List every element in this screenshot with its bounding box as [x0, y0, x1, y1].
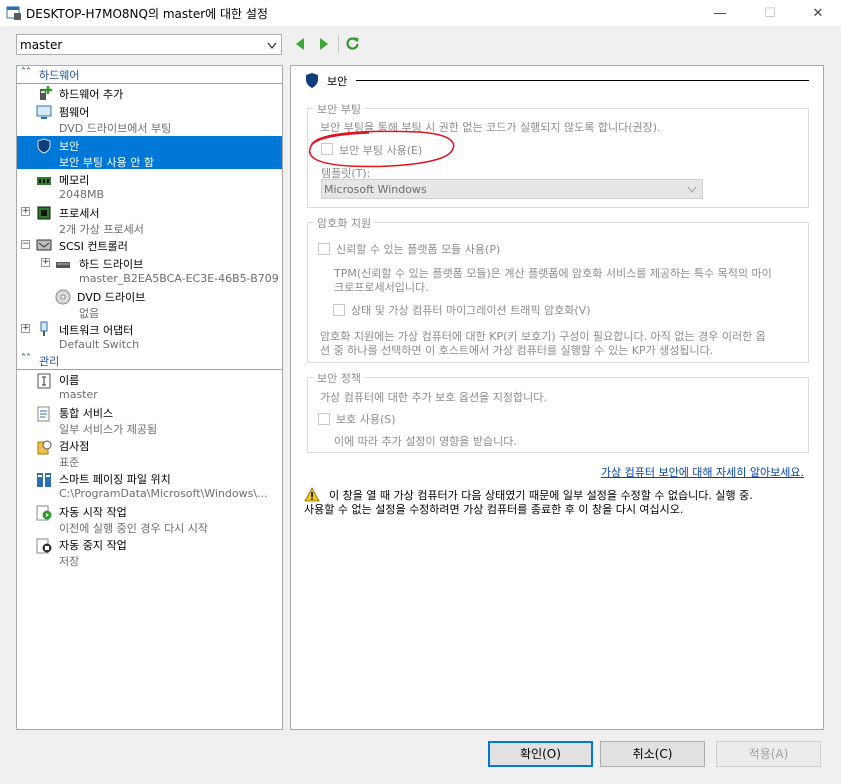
migration-encryption-checkbox[interactable] [333, 304, 345, 316]
scsi-controller-icon [36, 239, 52, 251]
name-icon [37, 373, 51, 389]
learn-more-link[interactable]: 가상 컴퓨터 보안에 대해 자세히 알아보세요. [601, 464, 804, 480]
refresh-icon[interactable] [345, 36, 360, 51]
chevron-down-icon [267, 42, 277, 50]
sidebar-item-smart-paging[interactable]: 스마트 페이징 파일 위치 C:\ProgramData\Microsoft\W… [17, 470, 282, 503]
section-hardware[interactable]: ˄˄ 하드웨어 [17, 66, 282, 84]
sidebar-item-network-adapter[interactable]: + 네트워크 어댑터 Default Switch [17, 320, 282, 353]
chevron-down-icon [687, 186, 697, 193]
integration-services-icon [37, 406, 50, 422]
page-title: 보안 [327, 75, 348, 88]
settings-tree: ˄˄ 하드웨어 하드웨어 추가 펌웨어 DVD 드라이브에서 부팅 보안 보안 … [16, 65, 283, 730]
back-arrow-icon[interactable] [294, 37, 306, 51]
tpm-checkbox[interactable] [318, 243, 330, 255]
smart-paging-icon [37, 473, 51, 487]
annotation-circle [308, 130, 455, 168]
dvd-icon [55, 289, 71, 305]
migration-encryption-label: 상태 및 가상 컴퓨터 마이그레이션 트래픽 암호화(V) [351, 304, 591, 317]
collapse-node-icon[interactable]: − [21, 240, 30, 249]
auto-start-icon [36, 505, 52, 521]
apply-button[interactable]: 적용(A) [716, 741, 821, 767]
toolbar-separator [338, 35, 339, 53]
sidebar-item-integration-services[interactable]: 통합 서비스 일부 서비스가 제공됨 [17, 404, 282, 437]
close-button[interactable]: ✕ [795, 0, 841, 26]
network-adapter-icon [40, 321, 48, 336]
tpm-checkbox-label: 신뢰할 수 있는 플랫폼 모듈 사용(P) [336, 243, 501, 256]
processor-icon [37, 206, 51, 220]
title-rule [356, 80, 809, 81]
sidebar-item-add-hardware[interactable]: 하드웨어 추가 [17, 84, 282, 101]
sidebar-item-name[interactable]: 이름 master [17, 371, 282, 404]
security-policy-group: 보안 정책 가상 컴퓨터에 대한 추가 보호 옵션을 지정합니다. 보호 사용(… [307, 370, 809, 453]
collapse-icon: ˄˄ [21, 353, 31, 364]
maximize-button[interactable]: ☐ [747, 0, 793, 26]
hard-drive-icon [56, 262, 70, 268]
sidebar-item-hard-drive[interactable]: + 하드 드라이브 master_B2EA5BCA-EC3E-46B5-B709… [17, 254, 282, 287]
add-hardware-icon [40, 86, 52, 100]
shield-icon [306, 73, 318, 88]
sidebar-item-firmware[interactable]: 펌웨어 DVD 드라이브에서 부팅 [17, 102, 282, 135]
template-select[interactable]: Microsoft Windows [321, 179, 703, 199]
encryption-support-group: 암호화 지원 신뢰할 수 있는 플랫폼 모듈 사용(P) TPM(신뢰할 수 있… [307, 215, 809, 363]
sidebar-item-auto-start[interactable]: 자동 시작 작업 이전에 실행 중인 경우 다시 시작 [17, 503, 282, 536]
sidebar-item-scsi-controller[interactable]: − SCSI 컨트롤러 [17, 236, 282, 253]
section-management[interactable]: ˄˄ 관리 [17, 352, 282, 370]
shield-icon [37, 138, 51, 154]
minimize-button[interactable]: — [697, 0, 743, 26]
sidebar-item-security[interactable]: 보안 보안 부팅 사용 안 함 [17, 136, 282, 169]
warning-icon [304, 487, 320, 502]
window-title: DESKTOP-H7MO8NQ의 master에 대한 설정 [26, 7, 268, 21]
shielding-checkbox-label: 보호 사용(S) [336, 413, 396, 426]
sidebar-item-dvd-drive[interactable]: DVD 드라이브 없음 [17, 287, 282, 320]
warning-text-line2: 사용할 수 없는 설정을 수정하려면 가상 컴퓨터를 종료한 후 이 창을 다시… [304, 503, 684, 516]
expand-icon[interactable]: + [21, 324, 30, 333]
title-bar: DESKTOP-H7MO8NQ의 master에 대한 설정 — ☐ ✕ [0, 0, 841, 26]
sidebar-item-auto-stop[interactable]: 자동 중지 작업 저장 [17, 536, 282, 569]
expand-icon[interactable]: + [21, 207, 30, 216]
ok-button[interactable]: 확인(O) [488, 741, 593, 767]
cancel-button[interactable]: 취소(C) [600, 741, 705, 767]
memory-icon [37, 177, 51, 185]
vm-select[interactable]: master [16, 34, 282, 55]
checkpoint-icon [37, 440, 52, 455]
collapse-icon: ˄˄ [21, 67, 31, 78]
sidebar-item-checkpoints[interactable]: 검사점 표준 [17, 437, 282, 470]
expand-icon[interactable]: + [41, 258, 50, 267]
shielding-checkbox[interactable] [318, 413, 330, 425]
sidebar-item-memory[interactable]: 메모리 2048MB [17, 170, 282, 203]
auto-stop-icon [36, 538, 52, 554]
settings-window-icon [6, 6, 21, 20]
firmware-icon [36, 105, 52, 119]
sidebar-item-processor[interactable]: + 프로세서 2개 가상 프로세서 [17, 203, 282, 236]
security-settings-panel: 보안 보안 부팅 보안 부팅을 통해 부팅 시 권한 없는 코드가 실행되지 않… [290, 65, 824, 730]
forward-arrow-icon[interactable] [318, 37, 330, 51]
